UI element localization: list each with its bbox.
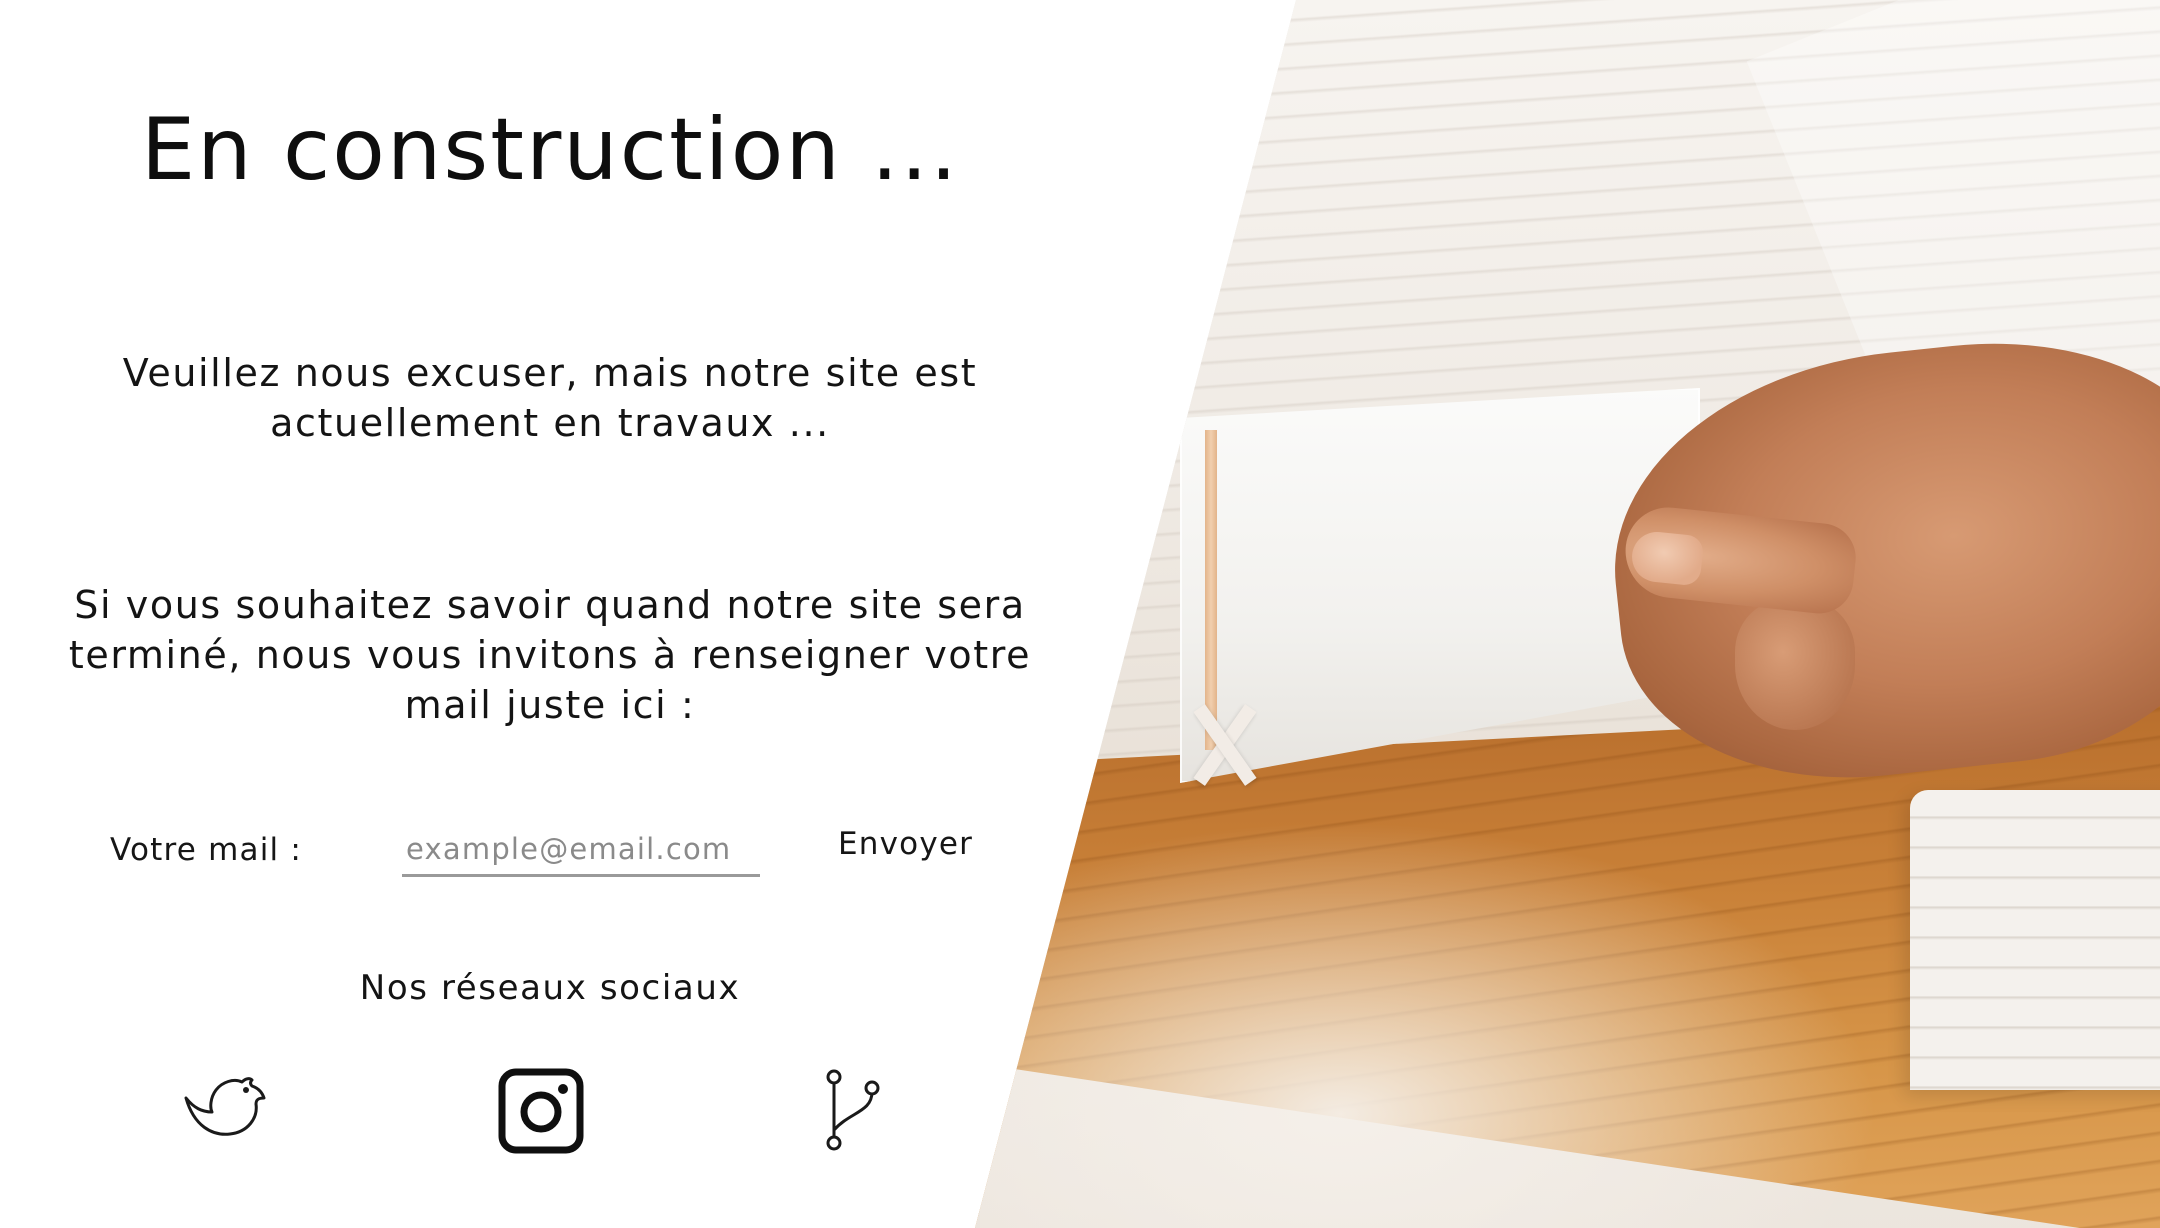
hand-finger	[1735, 600, 1855, 730]
tile-stack	[1910, 790, 2160, 1090]
newsletter-form: Votre mail : Envoyer	[0, 824, 1100, 884]
apology-text: Veuillez nous excuser, mais notre site e…	[122, 351, 978, 445]
social-title: Nos réseaux sociaux	[359, 968, 741, 1008]
main-content: En construction ... Veuillez nous excuse…	[0, 0, 1100, 1228]
bird-icon[interactable]	[180, 1068, 270, 1148]
page-title: En construction ...	[140, 100, 960, 200]
foreground-blur	[980, 820, 1880, 1228]
notify-text: Si vous souhaitez savoir quand notre sit…	[68, 583, 1032, 727]
email-field[interactable]	[402, 824, 760, 877]
git-branch-icon[interactable]	[820, 1068, 886, 1152]
instagram-icon[interactable]	[498, 1068, 584, 1154]
mail-label: Votre mail :	[110, 832, 303, 868]
tile-spacer	[1205, 430, 1217, 750]
send-button[interactable]: Envoyer	[838, 826, 973, 862]
